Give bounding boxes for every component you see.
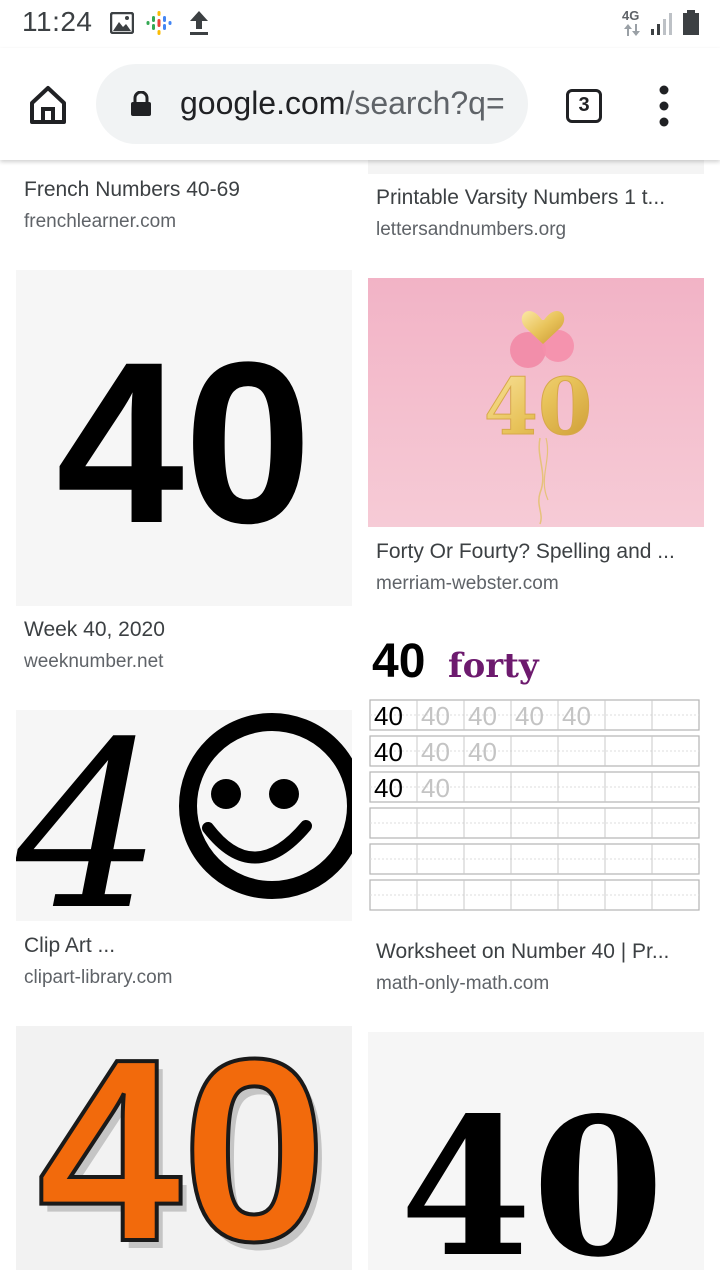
balloon-number: 40 — [484, 362, 593, 453]
result-image[interactable]: 40 — [368, 278, 704, 527]
result-source[interactable]: math-only-math.com — [376, 973, 549, 995]
network-type-label: 4G — [622, 8, 640, 23]
image-digit: 4 — [16, 710, 162, 921]
worksheet-trace-grid: 40 40 40 40 40 40 40 40 40 40 — [369, 699, 700, 911]
signal-icon — [651, 13, 672, 35]
trace-dotted-number: 40 — [421, 737, 450, 767]
lock-icon — [131, 91, 151, 116]
result-title[interactable]: Forty Or Fourty? Spelling and ... — [376, 540, 691, 564]
result-title[interactable]: French Numbers 40-69 — [24, 178, 344, 202]
more-vert-icon[interactable] — [650, 84, 678, 128]
battery-icon — [683, 10, 699, 35]
result-source[interactable]: clipart-library.com — [24, 967, 173, 989]
trace-model-number: 40 — [374, 737, 403, 767]
data-arrows-icon — [624, 24, 640, 36]
tab-switcher-button[interactable]: 3 — [566, 89, 602, 123]
upload-icon — [190, 11, 208, 35]
image-number: 40 — [37, 1026, 326, 1270]
balloon-forty-graphic: 40 — [368, 278, 704, 527]
result-title[interactable]: Printable Varsity Numbers 1 t... — [376, 186, 691, 210]
result-source[interactable]: merriam-webster.com — [376, 573, 559, 595]
trace-dotted-number: 40 — [468, 737, 497, 767]
number-forty-graphic: 40 — [56, 314, 312, 571]
serif-forty-graphic: 40 — [400, 1076, 664, 1270]
trace-model-number: 40 — [374, 701, 403, 731]
trace-model-number: 40 — [374, 773, 403, 803]
browser-toolbar: google.com/search?q= 3 — [0, 48, 720, 160]
home-icon[interactable] — [26, 82, 70, 126]
status-bar: 11:24 4G — [0, 0, 720, 48]
result-source[interactable]: lettersandnumbers.org — [376, 219, 566, 241]
smiley-forty-graphic: 4 — [16, 710, 352, 921]
url-host: google.com — [180, 85, 346, 121]
result-image[interactable]: 40 40 — [16, 1026, 352, 1270]
image-icon — [110, 12, 134, 34]
image-number: 40 — [400, 1076, 664, 1270]
trace-dotted-number: 40 — [515, 701, 544, 731]
image-number: 40 — [56, 314, 312, 571]
result-source[interactable]: weeknumber.net — [24, 651, 163, 673]
address-bar[interactable]: google.com/search?q= — [96, 64, 528, 144]
result-image[interactable]: 40 forty 40 40 40 40 40 40 40 40 40 40 — [368, 632, 704, 927]
trace-dotted-number: 40 — [562, 701, 591, 731]
result-title[interactable]: Week 40, 2020 — [24, 618, 344, 642]
orange-forty-graphic: 40 40 — [35, 1026, 332, 1270]
trace-dotted-number: 40 — [468, 701, 497, 731]
result-source[interactable]: frenchlearner.com — [24, 211, 176, 233]
google-podcasts-icon — [146, 11, 172, 35]
url-path: /search?q= — [345, 85, 505, 121]
trace-dotted-number: 40 — [421, 773, 450, 803]
url-text[interactable]: google.com/search?q= — [180, 85, 516, 122]
result-title[interactable]: Clip Art ... — [24, 934, 344, 958]
result-image[interactable]: 40 — [16, 270, 352, 606]
result-image[interactable]: 40 — [368, 1032, 704, 1270]
result-image[interactable]: 4 — [16, 710, 352, 921]
trace-dotted-number: 40 — [421, 701, 450, 731]
result-title[interactable]: Worksheet on Number 40 | Pr... — [376, 940, 691, 964]
status-time: 11:24 — [22, 6, 93, 37]
